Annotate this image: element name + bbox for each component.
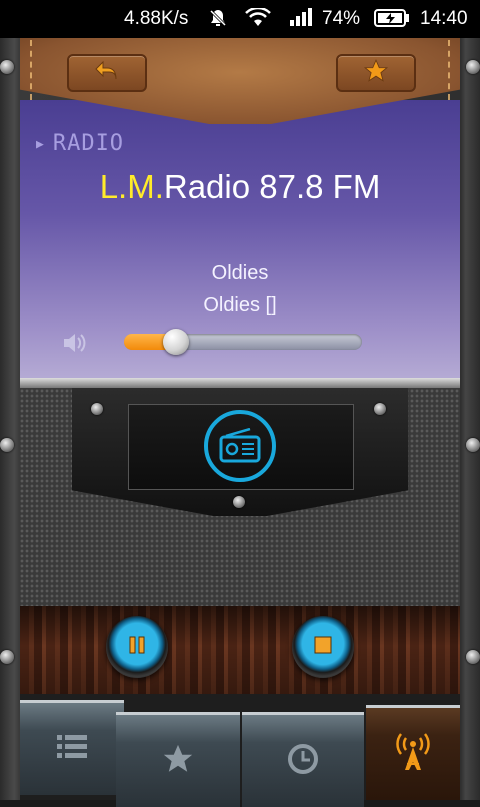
- signal-icon: [290, 8, 314, 32]
- screw: [466, 650, 480, 664]
- pause-button[interactable]: [106, 616, 168, 678]
- list-icon: [55, 732, 89, 766]
- network-speed: 4.88K/s: [124, 8, 189, 29]
- back-button[interactable]: [67, 54, 147, 92]
- screw: [0, 60, 14, 74]
- genre-text: Oldies: [211, 262, 269, 284]
- stop-button[interactable]: [292, 616, 354, 678]
- radio-tower-icon: [394, 732, 432, 776]
- star-icon: [362, 58, 390, 88]
- status-bar: 4.88K/s 74% 14:40: [0, 0, 480, 38]
- screw: [0, 438, 14, 452]
- tab-favorites[interactable]: [116, 712, 240, 807]
- wood-shade: [20, 606, 460, 706]
- station-prefix: L.M.: [99, 168, 164, 205]
- screw: [233, 496, 245, 508]
- screw: [91, 403, 103, 415]
- pause-icon: [126, 634, 148, 660]
- station-title: L.M.Radio 87.8 FM: [0, 168, 480, 206]
- favorite-button[interactable]: [336, 54, 416, 92]
- radio-label-text: RADIO: [52, 131, 125, 156]
- tab-radio[interactable]: [366, 705, 460, 800]
- tab-history[interactable]: [242, 712, 364, 807]
- screw: [0, 650, 14, 664]
- star-icon: [160, 742, 196, 780]
- alarm-off-icon: [208, 8, 228, 34]
- wifi-icon: [244, 6, 272, 34]
- screw: [466, 60, 480, 74]
- radio-section-label: ▶ RADIO: [36, 131, 124, 156]
- screw: [466, 438, 480, 452]
- clock-icon: [286, 742, 320, 780]
- volume-slider[interactable]: [124, 329, 362, 355]
- volume-knob[interactable]: [163, 329, 189, 355]
- play-triangle-icon: ▶: [36, 136, 45, 152]
- screw: [374, 403, 386, 415]
- battery-percent: 74%: [322, 8, 361, 29]
- battery-charging-icon: [374, 8, 410, 34]
- stitch: [30, 40, 32, 100]
- radio-icon: [204, 410, 276, 482]
- station-name: Radio 87.8 FM: [163, 168, 381, 205]
- volume-icon: [62, 330, 88, 360]
- stitch: [448, 40, 450, 100]
- back-arrow-icon: [93, 59, 121, 87]
- stop-icon: [312, 634, 334, 660]
- tab-list[interactable]: [20, 700, 124, 795]
- clock-time: 14:40: [420, 8, 468, 29]
- now-playing-text: Oldies []: [203, 294, 277, 316]
- panel-divider: [20, 378, 460, 388]
